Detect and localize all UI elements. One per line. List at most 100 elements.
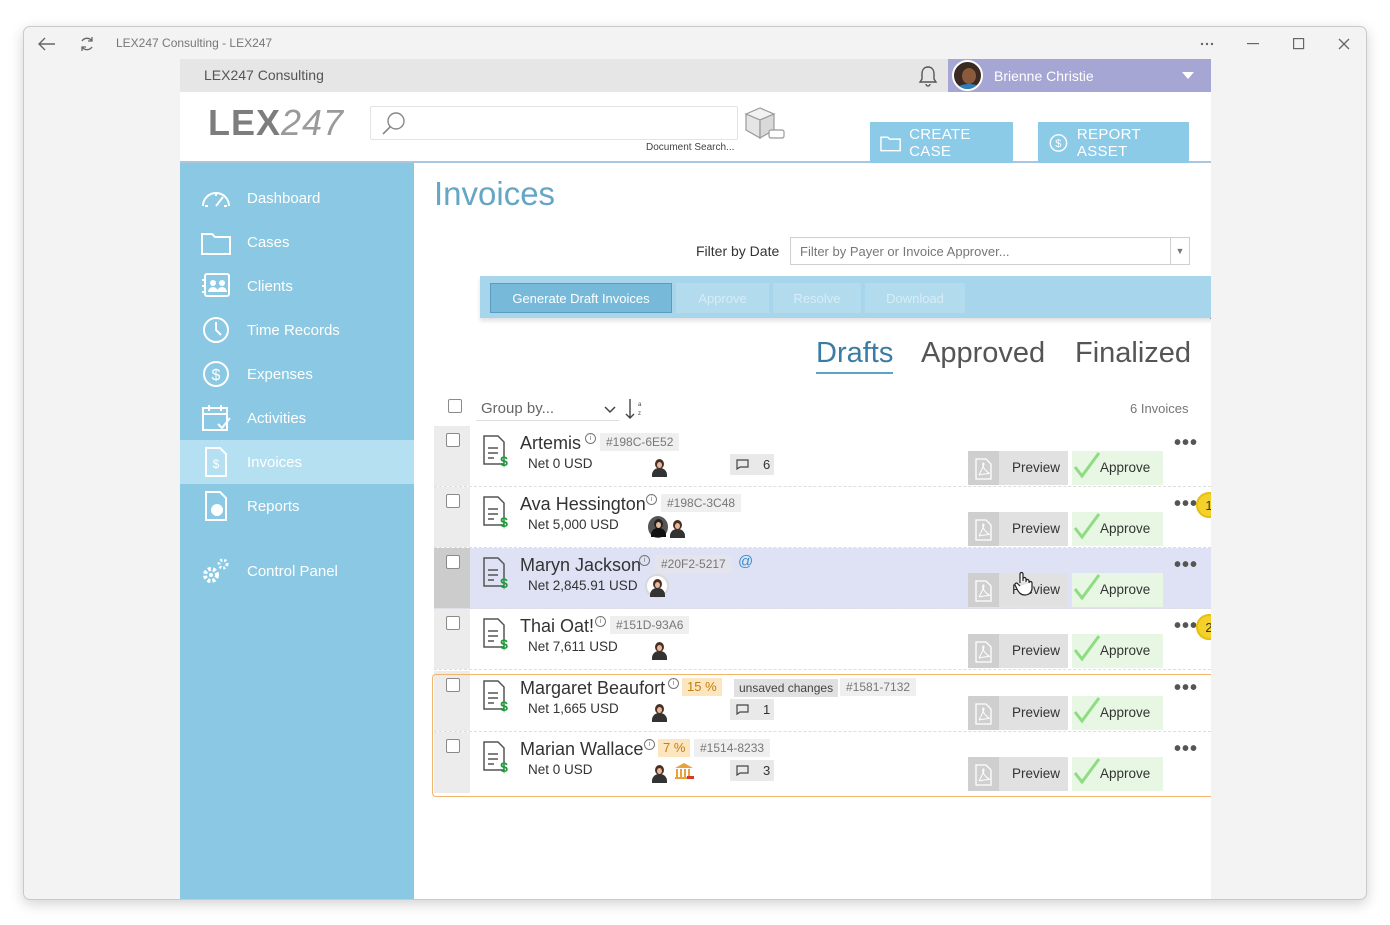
table-row[interactable]: $ Thai Oat! i #151D-93A6 Net 7,611 USD P… [434, 609, 1211, 670]
contacts-icon [202, 273, 230, 297]
tab-finalized[interactable]: Finalized [1075, 337, 1191, 370]
resolve-toolbar-button[interactable]: Resolve [773, 283, 861, 313]
approve-toolbar-button[interactable]: Approve [676, 283, 769, 313]
group-by-select[interactable]: Group by... [476, 397, 619, 421]
row-checkbox[interactable] [446, 494, 460, 508]
client-name[interactable]: Ava Hessington [520, 494, 646, 515]
tab-drafts[interactable]: Drafts [816, 337, 894, 374]
row-checkbox[interactable] [446, 433, 460, 447]
more-options-icon[interactable]: ••• [1174, 677, 1198, 700]
more-icon[interactable] [1196, 33, 1218, 55]
filter-label: Filter by Date [696, 243, 780, 259]
sidebar-item-activities[interactable]: Activities [180, 396, 414, 440]
comments-badge[interactable]: 3 [730, 760, 774, 781]
approve-button[interactable]: Approve [1072, 696, 1163, 730]
approve-button[interactable]: Approve [1072, 573, 1163, 607]
preview-button[interactable]: Preview [968, 451, 1068, 485]
approve-button[interactable]: Approve [1072, 757, 1163, 791]
approver-avatar[interactable] [668, 517, 686, 539]
more-options-icon[interactable]: ••• [1174, 615, 1198, 638]
package-icon[interactable] [742, 106, 786, 142]
more-options-icon[interactable]: ••• [1174, 493, 1198, 516]
sidebar-item-invoices[interactable]: $ Invoices [180, 440, 414, 484]
approve-button[interactable]: Approve [1072, 451, 1163, 485]
client-name[interactable]: Maryn Jackson [520, 555, 641, 576]
table-row[interactable]: $ Ava Hessington i #198C-3C48 Net 5,000 … [434, 487, 1211, 548]
client-name[interactable]: Artemis [520, 433, 581, 454]
table-row[interactable]: $ Maryn Jackson i #20F2-5217 @ Net 2,845… [434, 548, 1211, 609]
client-name[interactable]: Thai Oat! [520, 616, 594, 637]
invoice-id: #198C-6E52 [600, 433, 680, 451]
approver-avatar[interactable] [645, 574, 669, 598]
sidebar-item-reports[interactable]: Reports [180, 484, 414, 528]
close-icon[interactable] [1333, 33, 1355, 55]
download-toolbar-button[interactable]: Download [865, 283, 965, 313]
row-checkbox[interactable] [446, 555, 460, 569]
row-checkbox[interactable] [446, 678, 460, 692]
approver-avatar[interactable] [650, 456, 668, 478]
refresh-icon[interactable] [76, 33, 98, 55]
info-icon[interactable]: i [646, 494, 657, 505]
lex247-logo[interactable]: LEX247 [208, 102, 344, 144]
preview-button[interactable]: Preview [968, 696, 1068, 730]
svg-text:a: a [638, 402, 642, 408]
table-row[interactable]: $ Marian Wallace i 7 % #1514-8233 Net 0 … [434, 732, 1211, 793]
tab-approved[interactable]: Approved [921, 337, 1045, 370]
preview-button[interactable]: Preview [968, 512, 1068, 546]
info-icon[interactable]: i [595, 616, 606, 627]
preview-button[interactable]: Preview [968, 757, 1068, 791]
chevron-down-icon[interactable]: ▼ [1170, 238, 1189, 264]
sidebar-item-control-panel[interactable]: Control Panel [180, 549, 414, 593]
sidebar-item-dashboard[interactable]: Dashboard [180, 176, 414, 220]
report-asset-button[interactable]: $ REPORT ASSET [1038, 122, 1189, 163]
approver-avatar[interactable] [650, 639, 668, 661]
minimize-icon[interactable] [1242, 33, 1264, 55]
more-options-icon[interactable]: ••• [1174, 554, 1198, 577]
approver-avatar[interactable] [650, 762, 668, 784]
approve-button[interactable]: Approve [1072, 634, 1163, 668]
sort-icon[interactable]: az [624, 397, 644, 421]
user-menu[interactable]: Brienne Christie [948, 59, 1211, 92]
main-content: Invoices Filter by Date Filter by Payer … [414, 163, 1211, 899]
comment-icon [736, 704, 749, 715]
approve-button[interactable]: Approve [1072, 512, 1163, 546]
row-checkbox[interactable] [446, 739, 460, 753]
mention-icon[interactable]: @ [738, 553, 753, 570]
preview-button[interactable]: Preview [968, 634, 1068, 668]
app-window: LEX247 Consulting - LEX247 LEX247 Consul… [23, 26, 1367, 900]
comments-badge[interactable]: 1 [730, 699, 774, 720]
net-amount: Net 1,665 USD [528, 701, 619, 716]
generate-draft-invoices-button[interactable]: Generate Draft Invoices [490, 283, 672, 313]
filter-input[interactable]: Filter by Payer or Invoice Approver... ▼ [790, 237, 1190, 265]
firm-name: LEX247 Consulting [204, 67, 324, 83]
table-row[interactable]: $ Margaret Beaufort i 15 % unsaved chang… [434, 671, 1211, 732]
invoice-doc-icon: $ [483, 618, 508, 651]
bell-icon[interactable] [916, 64, 940, 88]
info-icon[interactable]: i [585, 433, 596, 444]
maximize-icon[interactable] [1288, 33, 1310, 55]
approver-avatar[interactable] [648, 516, 668, 538]
info-icon[interactable]: i [668, 678, 679, 689]
info-icon[interactable]: i [644, 739, 655, 750]
back-icon[interactable] [36, 33, 58, 55]
svg-text:$: $ [500, 453, 508, 468]
comments-badge[interactable]: 6 [730, 454, 774, 475]
top-bar: LEX247 Consulting Brienne Christie [180, 59, 1211, 92]
table-row[interactable]: $ Artemis i #198C-6E52 Net 0 USD 6 Previ… [434, 426, 1211, 487]
sidebar-item-clients[interactable]: Clients [180, 264, 414, 308]
approver-avatar[interactable] [650, 701, 668, 723]
client-name[interactable]: Marian Wallace [520, 739, 643, 760]
select-all-checkbox[interactable] [448, 399, 462, 413]
create-case-button[interactable]: CREATE CASE [870, 122, 1013, 163]
document-search-input[interactable] [370, 106, 738, 140]
row-checkbox[interactable] [446, 616, 460, 630]
more-options-icon[interactable]: ••• [1174, 738, 1198, 761]
client-name[interactable]: Margaret Beaufort [520, 678, 665, 699]
bank-icon[interactable] [674, 762, 694, 780]
more-options-icon[interactable]: ••• [1174, 432, 1198, 455]
sidebar-item-cases[interactable]: Cases [180, 220, 414, 264]
invoice-doc-icon: $ [483, 557, 508, 590]
info-icon[interactable]: i [639, 555, 650, 566]
sidebar-item-time-records[interactable]: Time Records [180, 308, 414, 352]
sidebar-item-expenses[interactable]: $ Expenses [180, 352, 414, 396]
